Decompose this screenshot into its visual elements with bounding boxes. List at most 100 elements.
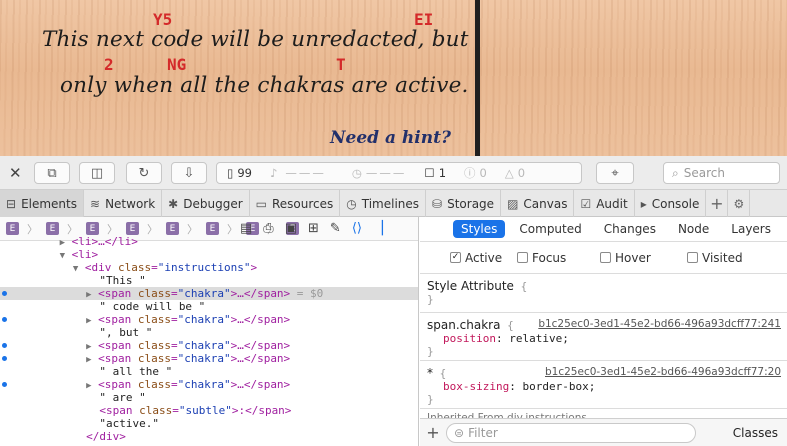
dom-node[interactable]: ▶ <span class="chakra">…</span> [0, 352, 418, 365]
focus-checkbox[interactable]: Focus [507, 251, 594, 265]
breadcrumb-item[interactable]: E [46, 222, 59, 235]
rule-selector: Style Attribute [427, 279, 514, 293]
attr-value: "chakra" [177, 287, 231, 300]
crosshair-icon: ⌖ [611, 165, 619, 181]
node-text: <li> [71, 248, 99, 261]
dock-side-button[interactable]: ◫ [79, 162, 115, 184]
element-picker-button[interactable]: ⌖ [596, 162, 634, 184]
page-divider [475, 0, 480, 156]
close-icon[interactable]: ✕ [9, 164, 22, 182]
download-button[interactable]: ⇩ [171, 162, 207, 184]
filter-input[interactable]: ⊜ Filter [446, 422, 696, 443]
filter-icon: ⊜ [454, 425, 465, 440]
dom-node[interactable]: ", but " [0, 326, 418, 339]
add-rule-icon[interactable]: + [420, 423, 446, 442]
breakpoint-dot-icon [2, 356, 7, 361]
tag-open: <span [98, 287, 138, 300]
element-badge-icon: E [86, 222, 99, 235]
css-rule-span-chakra[interactable]: b1c25ec0-3ed1-45e2-bd66-496a93dcff77:241… [420, 313, 787, 361]
compositing-icon[interactable]: ▣ [285, 221, 297, 236]
tab-elements[interactable]: ⊟ Elements [0, 190, 84, 217]
dom-node[interactable]: ▶ <span class="chakra">…</span> [0, 313, 418, 326]
dom-node[interactable]: "active." [0, 417, 418, 430]
tab-styles[interactable]: Styles [453, 220, 506, 238]
tab-label: Network [105, 196, 156, 211]
tab-node[interactable]: Node [670, 220, 717, 238]
checkbox-box [517, 252, 528, 263]
dom-node[interactable]: ▼ <li> [0, 248, 418, 261]
selected-node-marker: = $0 [290, 287, 324, 300]
dom-node[interactable]: </div> [0, 430, 418, 443]
tab-storage[interactable]: ⛁ Storage [426, 190, 502, 217]
breadcrumb-item[interactable]: E [206, 222, 219, 235]
web-inspector-window: Y5 EI 2 NG T This next code will be unre… [0, 0, 787, 446]
layout-icon[interactable]: ▤ [240, 221, 252, 236]
tab-changes[interactable]: Changes [596, 220, 664, 238]
tab-label: Elements [21, 196, 77, 211]
undock-button[interactable]: ⧉ [34, 162, 70, 184]
tab-computed[interactable]: Computed [511, 220, 589, 238]
reload-button[interactable]: ↻ [126, 162, 162, 184]
css-property[interactable]: position: relative; [427, 332, 781, 345]
text-node: ", but " [99, 326, 153, 339]
tab-console[interactable]: ▸ Console [635, 190, 707, 217]
active-checkbox[interactable]: ✓ Active [420, 251, 507, 265]
css-rule-universal[interactable]: b1c25ec0-3ed1-45e2-bd66-496a93dcff77:20 … [420, 361, 787, 409]
page-preview: Y5 EI 2 NG T This next code will be unre… [0, 0, 787, 156]
classes-toggle-button[interactable]: Classes [733, 426, 778, 440]
dom-node[interactable]: ▶ <span class="chakra">…</span> [0, 378, 418, 391]
attr-value: "chakra" [177, 313, 231, 326]
style-attribute-rule[interactable]: Style Attribute { } [420, 274, 787, 313]
search-placeholder: Search [683, 166, 725, 180]
tag-open: <span [98, 339, 138, 352]
element-badge-icon: E [6, 222, 19, 235]
hover-checkbox[interactable]: Hover [594, 251, 681, 265]
breadcrumb-item[interactable]: E [166, 222, 179, 235]
styles-sidebar: Styles Computed Changes Node Layers ✓ Act… [420, 217, 787, 446]
dom-node[interactable]: ▼ <div class="instructions"> [0, 261, 418, 274]
time-dash: ——— [365, 166, 407, 180]
dom-node[interactable]: <span class="subtle">:</span> [0, 404, 418, 417]
dom-node-selected[interactable]: ▶ <span class="chakra">…</span> = $0 [0, 287, 418, 300]
tab-layers[interactable]: Layers [723, 220, 779, 238]
shadow-dom-icon[interactable]: ⟨⟩ [352, 221, 362, 236]
visited-checkbox[interactable]: Visited [681, 251, 768, 265]
tab-timelines[interactable]: ◷ Timelines [340, 190, 427, 217]
search-icon: ⌕ [672, 165, 679, 180]
text-node: " are " [99, 391, 146, 404]
hint-link[interactable]: Need a hint? [330, 128, 451, 148]
property-value: border-box [522, 380, 589, 393]
dashboard[interactable]: ▯ 99 ♪ ——— ◷ ——— ☐ 1 ⓘ 0 △ 0 [216, 162, 582, 184]
tab-debugger[interactable]: ✱ Debugger [162, 190, 250, 217]
redacted-letters-2: 2 [104, 55, 114, 74]
settings-button[interactable]: ⚙ [728, 190, 751, 217]
rule-source-link[interactable]: b1c25ec0-3ed1-45e2-bd66-496a93dcff77:241 [538, 318, 781, 331]
tab-canvas[interactable]: ▨ Canvas [501, 190, 575, 217]
breadcrumb-item[interactable]: E [86, 222, 99, 235]
breadcrumb-item[interactable]: E [126, 222, 139, 235]
dom-node[interactable]: ▶ <li>…</li> [0, 235, 418, 248]
tab-resources[interactable]: ▭ Resources [250, 190, 341, 217]
css-property[interactable]: box-sizing: border-box; [427, 380, 781, 393]
dom-node[interactable]: " code will be " [0, 300, 418, 313]
tag-close: >…</span> [230, 313, 291, 326]
tab-network[interactable]: ≋ Network [84, 190, 163, 217]
audit-icon: ☑ [580, 196, 592, 211]
sidebar-tabs: Styles Computed Changes Node Layers [420, 217, 787, 242]
sidebar-toggle-icon[interactable]: ▕ [373, 221, 383, 236]
dom-node[interactable]: "This " [0, 274, 418, 287]
dom-tree: ▶ <li>…</li> ▼ <li> ▼ <div class="instructi… [0, 235, 418, 446]
dom-node[interactable]: ▶ <span class="chakra">…</span> [0, 339, 418, 352]
print-icon[interactable]: ⎙ [263, 221, 273, 236]
rule-source-link[interactable]: b1c25ec0-3ed1-45e2-bd66-496a93dcff77:20 [545, 366, 781, 379]
tab-audit[interactable]: ☑ Audit [574, 190, 635, 217]
dom-node[interactable]: " are " [0, 391, 418, 404]
add-tab-button[interactable]: + [706, 190, 729, 217]
grid-icon[interactable]: ⊞ [308, 221, 319, 236]
tab-label: Console [651, 196, 700, 211]
paint-brush-icon[interactable]: ✎ [330, 221, 341, 236]
breadcrumb-item[interactable]: E [6, 222, 19, 235]
search-input[interactable]: ⌕ Search [663, 162, 780, 184]
dom-node[interactable]: " all the " [0, 365, 418, 378]
breakpoint-dot-icon [2, 317, 7, 322]
